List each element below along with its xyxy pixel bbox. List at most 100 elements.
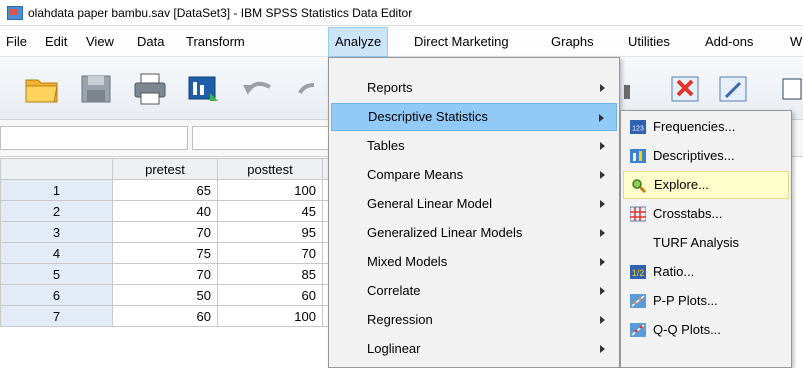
table-row: 6 50 60 bbox=[0, 284, 336, 306]
menu-item-label: Compare Means bbox=[367, 167, 464, 182]
descriptive-statistics-submenu: 123 Frequencies... Descriptives... Explo… bbox=[620, 110, 792, 368]
table-row: 4 75 70 bbox=[0, 242, 336, 264]
table-row: 7 60 100 bbox=[0, 305, 336, 327]
submenu-arrow-icon bbox=[600, 258, 605, 266]
row-header[interactable]: 2 bbox=[0, 200, 113, 222]
submenu-arrow-icon bbox=[600, 345, 605, 353]
split-file-icon[interactable] bbox=[780, 71, 803, 107]
save-icon[interactable] bbox=[78, 71, 114, 107]
menu-item-compare-means[interactable]: Compare Means bbox=[331, 161, 617, 189]
menu-window[interactable]: W bbox=[790, 27, 802, 57]
menu-item-correlate[interactable]: Correlate bbox=[331, 277, 617, 305]
row-header[interactable]: 1 bbox=[0, 179, 113, 201]
data-grid: pretest posttest 1 65 100 2 40 45 3 70 9… bbox=[0, 158, 336, 327]
submenu-arrow-icon bbox=[600, 171, 605, 179]
menu-item-explore[interactable]: Explore... bbox=[623, 171, 789, 199]
submenu-arrow-icon bbox=[600, 287, 605, 295]
menu-item-turf-analysis[interactable]: TURF Analysis bbox=[623, 229, 789, 257]
menu-file[interactable]: File bbox=[6, 27, 27, 57]
menu-transform[interactable]: Transform bbox=[186, 27, 245, 57]
submenu-arrow-icon bbox=[600, 84, 605, 92]
menu-item-label: Frequencies... bbox=[653, 119, 736, 134]
cell-pretest[interactable]: 60 bbox=[112, 305, 218, 327]
cell-posttest[interactable]: 70 bbox=[217, 242, 323, 264]
menu-item-pp-plots[interactable]: P-P Plots... bbox=[623, 287, 789, 315]
cell-posttest[interactable]: 100 bbox=[217, 305, 323, 327]
column-header-pretest[interactable]: pretest bbox=[112, 158, 218, 180]
menu-item-generalized-linear-models[interactable]: Generalized Linear Models bbox=[331, 219, 617, 247]
row-header[interactable]: 5 bbox=[0, 263, 113, 285]
cell-pretest[interactable]: 70 bbox=[112, 263, 218, 285]
column-header-posttest[interactable]: posttest bbox=[217, 158, 323, 180]
menu-item-label: Correlate bbox=[367, 283, 421, 298]
menu-item-label: Reports bbox=[367, 80, 413, 95]
grid-header-row: pretest posttest bbox=[0, 158, 336, 180]
cell-posttest[interactable]: 95 bbox=[217, 221, 323, 243]
row-header[interactable]: 7 bbox=[0, 305, 113, 327]
menu-data[interactable]: Data bbox=[137, 27, 164, 57]
row-header[interactable]: 4 bbox=[0, 242, 113, 264]
explore-icon bbox=[632, 179, 647, 194]
menu-item-regression[interactable]: Regression bbox=[331, 306, 617, 334]
insert-cases-icon[interactable] bbox=[668, 71, 704, 107]
table-row: 1 65 100 bbox=[0, 179, 336, 201]
menu-item-label: Crosstabs... bbox=[653, 206, 723, 221]
menu-item-loglinear[interactable]: Loglinear bbox=[331, 335, 617, 363]
cell-value-editor[interactable] bbox=[192, 126, 332, 150]
menu-item-label: Mixed Models bbox=[367, 254, 448, 269]
goto-case-icon[interactable] bbox=[620, 71, 656, 107]
menu-item-qq-plots[interactable]: Q-Q Plots... bbox=[623, 316, 789, 344]
table-row: 5 70 85 bbox=[0, 263, 336, 285]
cell-pretest[interactable]: 40 bbox=[112, 200, 218, 222]
analyze-menu: Reports Descriptive Statistics Tables Co… bbox=[328, 57, 620, 368]
cell-posttest[interactable]: 60 bbox=[217, 284, 323, 306]
undo-icon[interactable] bbox=[240, 71, 276, 107]
menu-edit[interactable]: Edit bbox=[45, 27, 67, 57]
open-folder-icon[interactable] bbox=[24, 71, 60, 107]
submenu-arrow-icon bbox=[600, 142, 605, 150]
menu-item-ratio[interactable]: 1/2 Ratio... bbox=[623, 258, 789, 286]
menu-direct-marketing[interactable]: Direct Marketing bbox=[414, 27, 509, 57]
cell-posttest[interactable]: 100 bbox=[217, 179, 323, 201]
cell-reference-box[interactable] bbox=[0, 126, 188, 150]
menu-item-label: Generalized Linear Models bbox=[367, 225, 523, 240]
menu-addons[interactable]: Add-ons bbox=[705, 27, 753, 57]
menu-item-label: Ratio... bbox=[653, 264, 695, 279]
insert-variable-icon[interactable] bbox=[716, 71, 752, 107]
menu-item-label: Tables bbox=[367, 138, 405, 153]
menu-analyze[interactable]: Analyze bbox=[328, 27, 389, 57]
menu-item-label: General Linear Model bbox=[367, 196, 493, 211]
menu-utilities[interactable]: Utilities bbox=[628, 27, 670, 57]
grid-corner[interactable] bbox=[0, 158, 113, 180]
print-icon[interactable] bbox=[132, 71, 168, 107]
cell-pretest[interactable]: 50 bbox=[112, 284, 218, 306]
row-header[interactable]: 6 bbox=[0, 284, 113, 306]
menu-item-mixed-models[interactable]: Mixed Models bbox=[331, 248, 617, 276]
menu-item-tables[interactable]: Tables bbox=[331, 132, 617, 160]
pp-plots-icon bbox=[630, 294, 646, 308]
table-row: 3 70 95 bbox=[0, 221, 336, 243]
title-bar: olahdata paper bambu.sav [DataSet3] - IB… bbox=[0, 0, 803, 26]
ratio-icon: 1/2 bbox=[630, 265, 646, 279]
submenu-arrow-icon bbox=[600, 200, 605, 208]
menu-view[interactable]: View bbox=[86, 27, 114, 57]
menu-graphs[interactable]: Graphs bbox=[551, 27, 594, 57]
menu-item-general-linear-model[interactable]: General Linear Model bbox=[331, 190, 617, 218]
menu-item-frequencies[interactable]: 123 Frequencies... bbox=[623, 113, 789, 141]
menu-item-reports[interactable]: Reports bbox=[331, 74, 617, 102]
window-title: olahdata paper bambu.sav [DataSet3] - IB… bbox=[28, 5, 413, 20]
redo-icon[interactable] bbox=[296, 71, 332, 107]
menu-item-descriptives[interactable]: Descriptives... bbox=[623, 142, 789, 170]
recall-dialog-icon[interactable] bbox=[186, 71, 222, 107]
frequencies-icon: 123 bbox=[630, 120, 646, 134]
cell-pretest[interactable]: 65 bbox=[112, 179, 218, 201]
menu-item-crosstabs[interactable]: Crosstabs... bbox=[623, 200, 789, 228]
menu-item-label: Descriptive Statistics bbox=[368, 109, 488, 124]
cell-posttest[interactable]: 45 bbox=[217, 200, 323, 222]
menu-item-descriptive-statistics[interactable]: Descriptive Statistics bbox=[331, 103, 617, 131]
cell-posttest[interactable]: 85 bbox=[217, 263, 323, 285]
row-header[interactable]: 3 bbox=[0, 221, 113, 243]
menu-item-label: Descriptives... bbox=[653, 148, 735, 163]
cell-pretest[interactable]: 70 bbox=[112, 221, 218, 243]
cell-pretest[interactable]: 75 bbox=[112, 242, 218, 264]
